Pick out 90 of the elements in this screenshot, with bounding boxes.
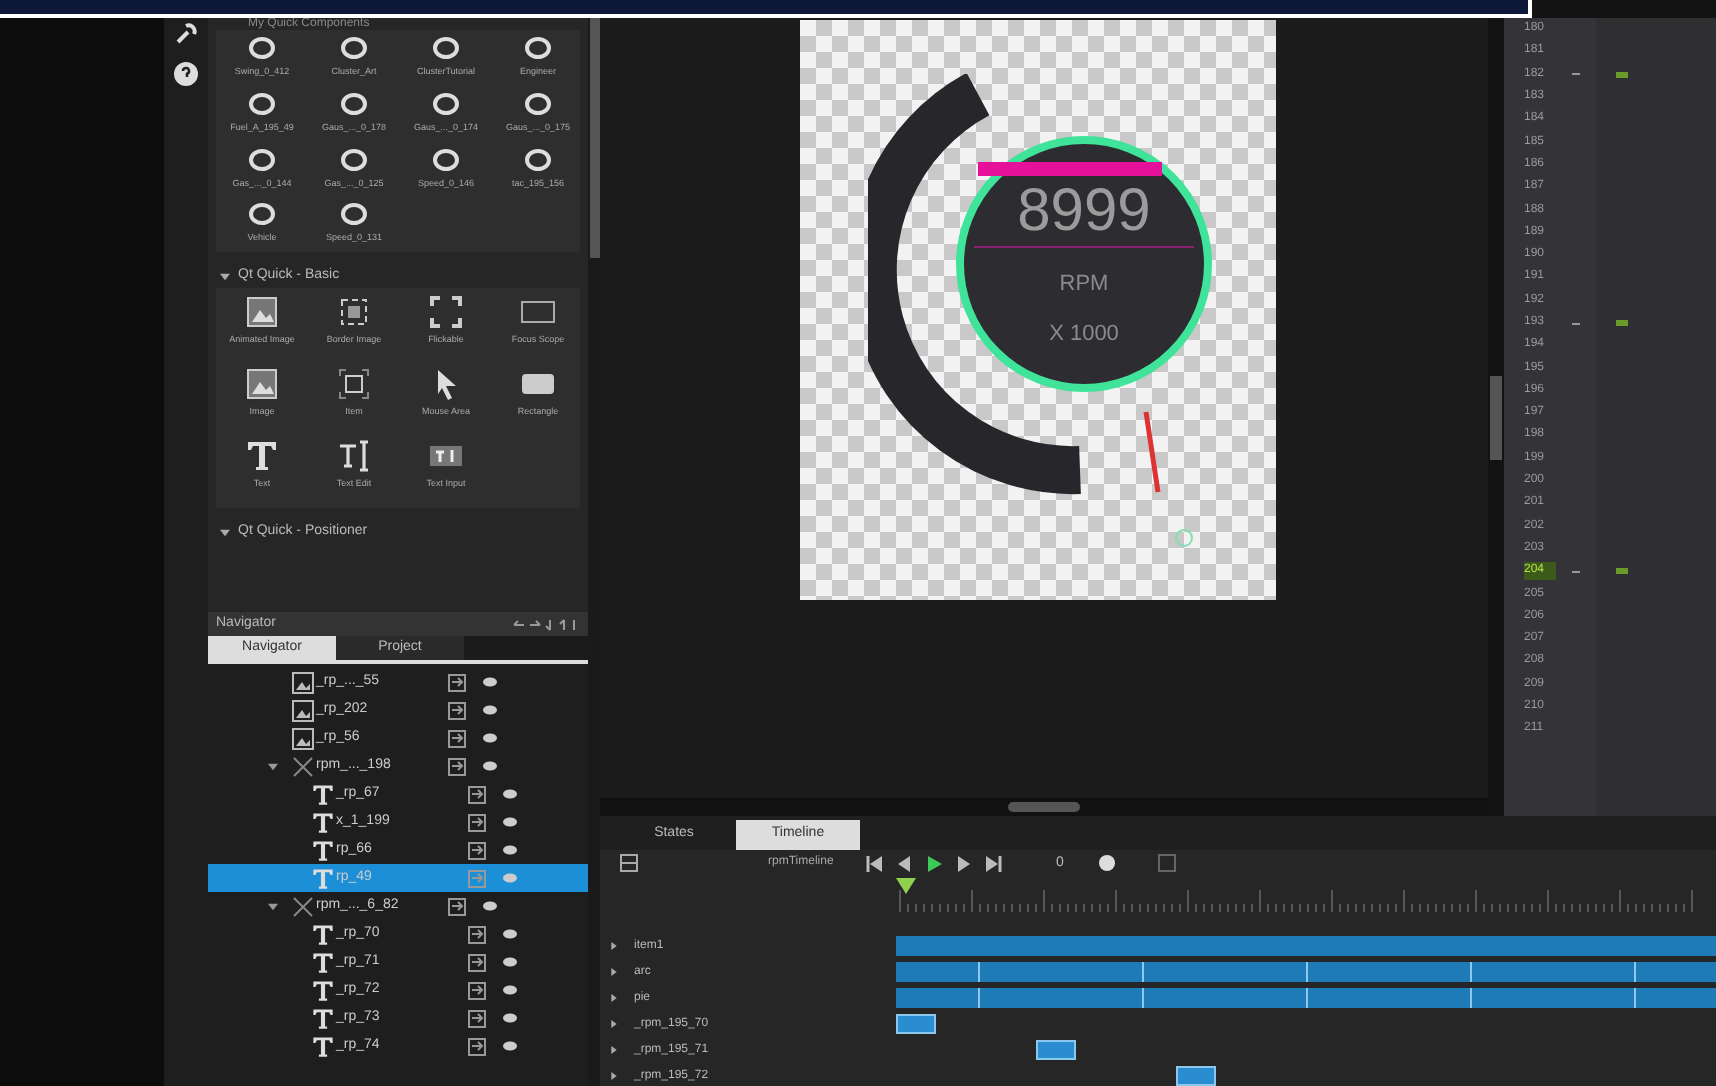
multiplier-label: X 1000 — [1049, 319, 1119, 349]
image-icon — [246, 368, 278, 400]
first-frame-icon[interactable] — [866, 855, 882, 872]
text-cursor-icon — [336, 440, 372, 472]
code-snippet — [1616, 568, 1628, 575]
help-icon[interactable] — [174, 62, 198, 86]
scrollbar-thumb[interactable] — [589, 18, 599, 258]
fold-marker-icon[interactable] — [1572, 569, 1580, 574]
previous-frame-icon[interactable] — [896, 855, 912, 872]
fold-marker-icon[interactable] — [1572, 321, 1580, 325]
ring-icon — [248, 91, 276, 116]
rpm-reading: 8999 — [1017, 178, 1151, 246]
export-icon[interactable] — [468, 925, 486, 943]
text-icon — [311, 923, 333, 945]
text-icon — [311, 839, 333, 861]
expand-arrow-icon[interactable] — [610, 968, 618, 976]
rectangle-outline-icon — [520, 298, 556, 326]
export-icon[interactable] — [468, 1009, 486, 1027]
ring-icon — [248, 36, 276, 60]
code-snippet — [1616, 320, 1628, 326]
ring-icon — [432, 147, 460, 171]
ring-icon — [248, 202, 276, 227]
text-icon — [311, 783, 333, 805]
expand-arrow-icon[interactable] — [610, 942, 618, 950]
item-icon — [338, 368, 370, 400]
rectangle-icon — [520, 370, 556, 398]
settings-icon[interactable] — [620, 854, 638, 873]
item-icon — [291, 895, 313, 917]
expand-arrow-icon[interactable] — [610, 1020, 618, 1028]
next-frame-icon[interactable] — [956, 855, 972, 872]
navigation-arrows-icon[interactable] — [512, 617, 580, 631]
expand-arrow-icon[interactable] — [610, 1046, 618, 1054]
expand-arrow-icon[interactable] — [610, 1072, 618, 1080]
keyframe-segment — [1036, 1040, 1076, 1060]
expand-arrow-icon[interactable] — [268, 761, 278, 771]
item-icon — [291, 755, 313, 777]
unit-label: RPM — [1059, 270, 1109, 300]
last-frame-icon[interactable] — [986, 855, 1002, 872]
image-icon — [291, 671, 313, 693]
ring-icon — [432, 91, 460, 116]
curve-editor-icon[interactable] — [1158, 854, 1176, 873]
export-icon[interactable] — [448, 897, 466, 915]
needle-drawing — [1142, 410, 1162, 494]
keyframe-segment — [896, 1014, 936, 1034]
export-icon[interactable] — [448, 757, 466, 775]
export-icon[interactable] — [468, 1037, 486, 1055]
play-icon[interactable] — [926, 855, 942, 872]
export-icon[interactable] — [468, 953, 486, 971]
text-icon — [311, 867, 333, 889]
corners-icon — [430, 296, 462, 328]
code-snippet — [1616, 71, 1628, 78]
ring-icon — [340, 36, 368, 60]
frame-icon — [338, 296, 370, 328]
collapse-arrow-icon[interactable] — [220, 527, 230, 537]
wrench-icon[interactable] — [174, 22, 198, 46]
export-icon[interactable] — [468, 813, 486, 831]
ring-icon — [248, 147, 276, 171]
export-icon[interactable] — [448, 673, 466, 691]
image-icon — [291, 699, 313, 721]
ring-icon — [340, 202, 368, 227]
expand-arrow-icon[interactable] — [610, 994, 618, 1002]
ring-icon — [340, 147, 368, 171]
ring-icon — [524, 147, 552, 171]
collapse-arrow-icon[interactable] — [220, 271, 230, 281]
text-icon — [246, 440, 278, 472]
text-icon — [311, 979, 333, 1001]
text-icon — [311, 1007, 333, 1029]
scrollbar-thumb[interactable] — [1490, 375, 1502, 459]
fold-marker-icon[interactable] — [1572, 72, 1580, 77]
export-icon[interactable] — [468, 785, 486, 803]
export-icon[interactable] — [468, 841, 486, 859]
keyframe-segment — [1176, 1066, 1216, 1086]
scrollbar-thumb[interactable] — [1008, 802, 1080, 812]
export-icon[interactable] — [448, 729, 466, 747]
expand-arrow-icon[interactable] — [268, 901, 278, 911]
handle-icon — [1174, 526, 1194, 550]
ring-icon — [524, 36, 552, 60]
text-icon — [311, 1035, 333, 1057]
export-icon[interactable] — [448, 701, 466, 719]
image-icon — [291, 727, 313, 749]
text-icon — [311, 811, 333, 833]
ring-icon — [524, 91, 552, 116]
image-icon — [246, 296, 278, 328]
export-icon[interactable] — [468, 981, 486, 999]
text-icon — [311, 951, 333, 973]
text-field-icon — [428, 440, 464, 472]
ring-icon — [340, 91, 368, 116]
pointer-icon — [432, 368, 460, 400]
ring-icon — [432, 36, 460, 60]
record-icon[interactable] — [1098, 854, 1116, 873]
